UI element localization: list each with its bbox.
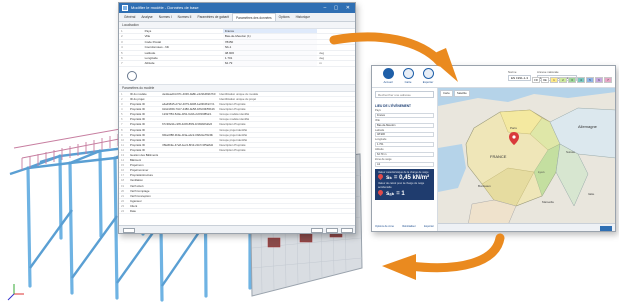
arrow-head-left-icon [382, 254, 416, 280]
map-tab[interactable]: Carte [440, 90, 453, 97]
map-type-tabs: Carte Satellite [440, 90, 470, 97]
workflow-arrows [329, 32, 505, 280]
arrow-to-map [329, 32, 445, 67]
arrow-to-model [405, 233, 505, 273]
map-tab[interactable]: Satellite [453, 90, 470, 97]
